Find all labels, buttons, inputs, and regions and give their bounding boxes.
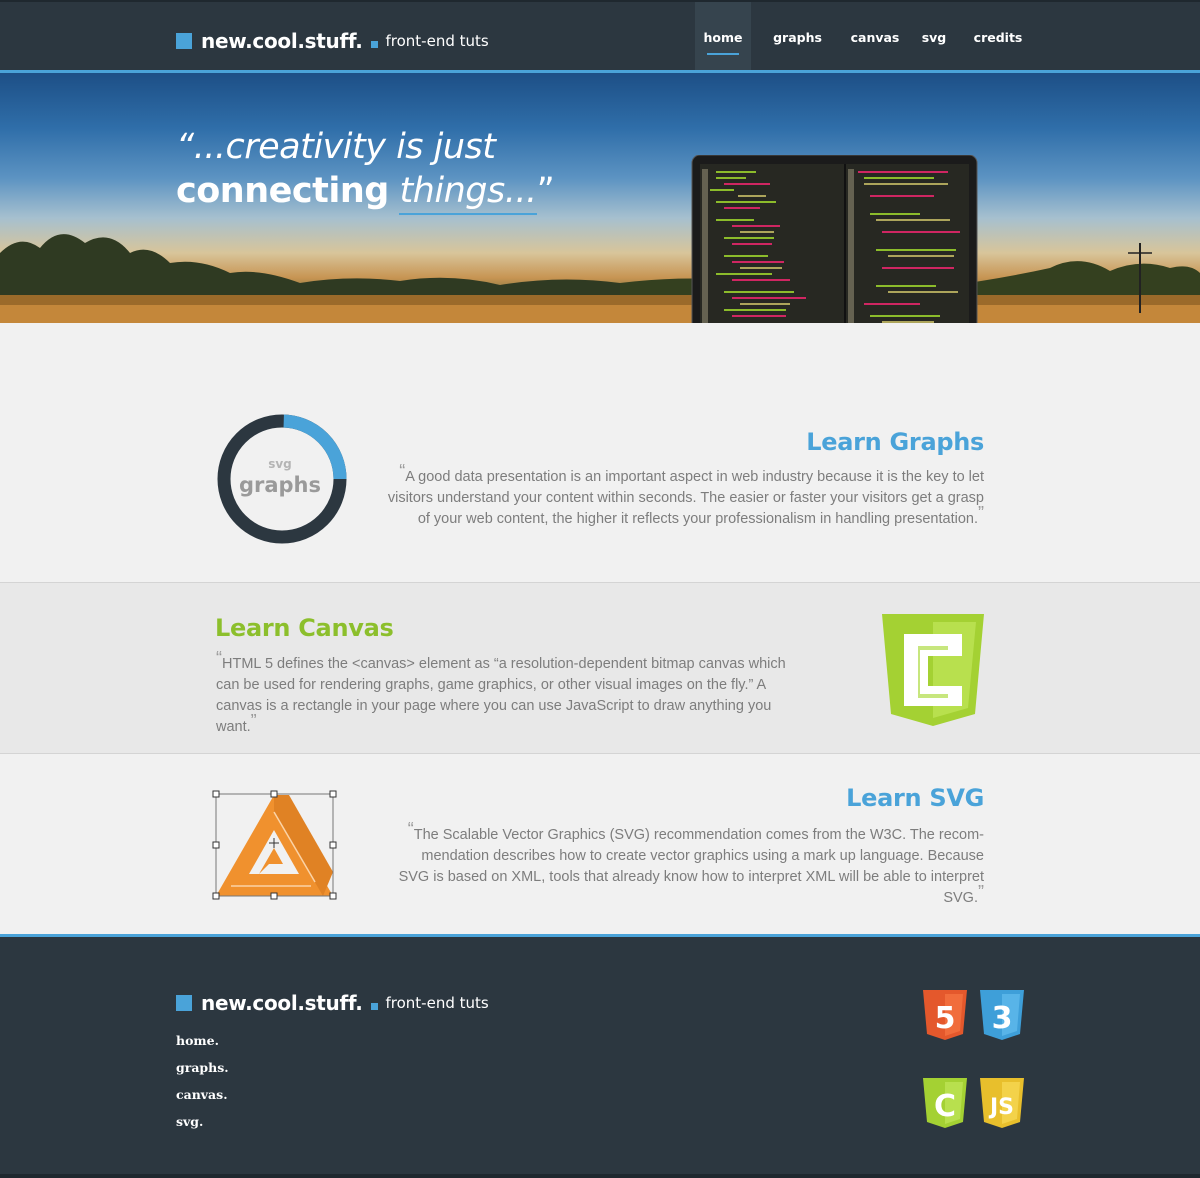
brand-square-icon <box>176 33 192 49</box>
svg-description: “The Scalable Vector Graphics (SVG) reco… <box>398 820 984 909</box>
svg-title: Learn SVG <box>846 784 984 812</box>
footer-link-canvas[interactable]: canvas. <box>176 1084 229 1111</box>
javascript-glyph: JS <box>988 1095 1014 1120</box>
canvas-title: Learn Canvas <box>215 614 394 642</box>
canvas-glyph: C <box>934 1089 956 1124</box>
nav-graphs[interactable]: graphs <box>751 2 844 72</box>
main-nav: home graphs canvas svg credits <box>695 2 1034 72</box>
close-quote: ” <box>978 882 984 902</box>
brand-dot-icon <box>370 40 378 48</box>
graphs-donut-chart: svg graphs <box>217 414 347 544</box>
javascript-icon: JS <box>980 1078 1024 1128</box>
footer-link-graphs[interactable]: graphs. <box>176 1057 229 1084</box>
footer-bottom-bar <box>0 1174 1200 1178</box>
section-svg: Learn SVG “The Scalable Vector Graphics … <box>0 754 1200 934</box>
footer-link-svg[interactable]: svg. <box>176 1111 229 1138</box>
close-quote: ” <box>978 503 984 523</box>
footer-brand-logo[interactable]: new.cool.stuff. front-end tuts <box>176 988 489 1018</box>
css3-icon: 3 <box>980 990 1024 1040</box>
footer-brand-tagline: front-end tuts <box>385 994 489 1012</box>
donut-progress-arc <box>283 414 347 480</box>
site-header: new.cool.stuff. front-end tuts home grap… <box>0 0 1200 72</box>
canvas-description: “HTML 5 defines the <canvas> element as … <box>216 649 806 738</box>
hero-quote-end: ” <box>536 171 555 211</box>
brand-tagline: front-end tuts <box>385 32 489 50</box>
graphs-description: “A good data presentation is an importan… <box>384 462 984 530</box>
css3-glyph: 3 <box>992 1001 1013 1036</box>
hero-quote-bold: connecting <box>176 171 389 211</box>
close-quote: ” <box>250 711 257 731</box>
nav-credits[interactable]: credits <box>962 2 1034 72</box>
penrose-triangle-icon <box>212 790 337 900</box>
donut-label-small: svg <box>268 457 292 471</box>
nav-canvas[interactable]: canvas <box>844 2 906 72</box>
svg-text: The Scalable Vector Graphics (SVG) recom… <box>398 827 984 906</box>
hero-quote: “...creativity is just connecting things… <box>176 125 555 215</box>
graphs-title: Learn Graphs <box>806 428 984 456</box>
section-canvas: Learn Canvas “HTML 5 defines the <canvas… <box>0 582 1200 754</box>
hero-quote-line-1: “...creativity is just <box>176 127 496 167</box>
html5-icon: 5 <box>923 990 967 1040</box>
canvas-logo-icon <box>882 614 984 726</box>
canvas-icon: C <box>923 1078 967 1128</box>
nav-home[interactable]: home <box>695 2 751 72</box>
brand-dot-icon <box>370 1002 378 1010</box>
brand-square-icon <box>176 995 192 1011</box>
donut-label-big: graphs <box>239 473 321 497</box>
canvas-text: HTML 5 defines the <canvas> element as “… <box>216 656 786 735</box>
nav-svg[interactable]: svg <box>906 2 962 72</box>
footer-brand-name: new.cool.stuff. <box>201 991 363 1015</box>
graphs-text: A good data presentation is an important… <box>387 469 984 527</box>
section-graphs: svg graphs Learn Graphs “A good data pre… <box>0 323 1200 582</box>
hero-quote-things: things... <box>399 171 537 215</box>
footer-links: home. graphs. canvas. svg. <box>176 1030 229 1138</box>
site-footer: new.cool.stuff. front-end tuts home. gra… <box>0 934 1200 1178</box>
footer-link-home[interactable]: home. <box>176 1030 229 1057</box>
brand-name: new.cool.stuff. <box>201 29 363 53</box>
html5-glyph: 5 <box>935 1001 956 1036</box>
hero-quote-line-2: connecting things...” <box>176 169 555 215</box>
brand-logo[interactable]: new.cool.stuff. front-end tuts <box>176 26 489 56</box>
